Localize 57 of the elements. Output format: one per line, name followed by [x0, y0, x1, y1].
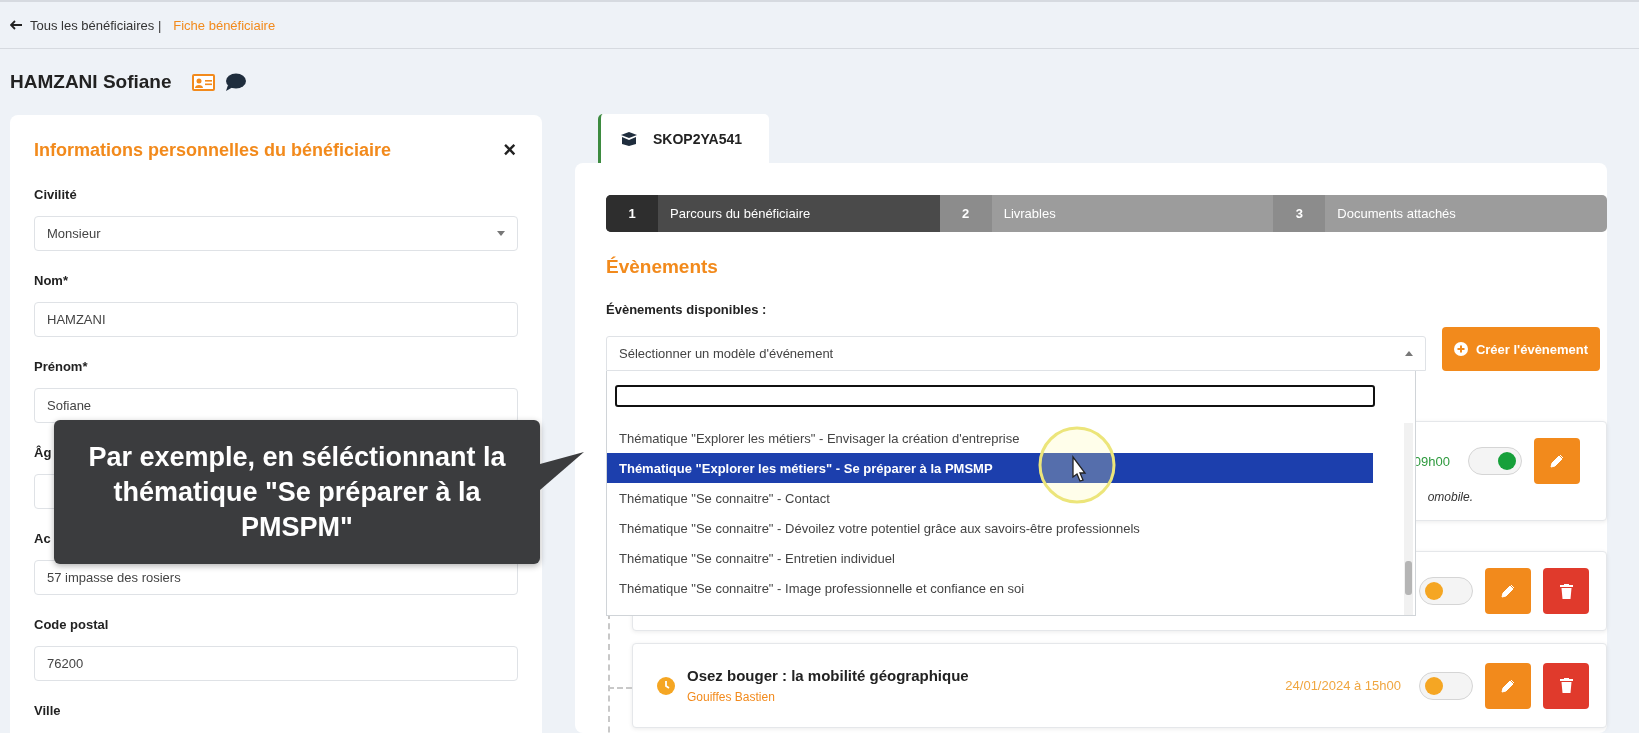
- event-template-select[interactable]: Sélectionner un modèle d'événement: [606, 336, 1426, 371]
- search-field[interactable]: [615, 385, 1375, 407]
- trash-icon: [1559, 583, 1573, 599]
- field-label: Nom*: [34, 273, 68, 290]
- select-value: Monsieur: [47, 226, 101, 241]
- edit-button[interactable]: [1485, 568, 1531, 614]
- event-title: Osez bouger : la mobilité géographique: [687, 667, 969, 684]
- field-label: Ac: [34, 531, 51, 548]
- pencil-icon: [1501, 584, 1515, 598]
- dropdown-option[interactable]: Thématique "Se connaitre" - Entretien individuel: [607, 543, 1373, 573]
- dropdown-option[interactable]: Thématique "Explorer les métiers" - Se préparer à la PMSMP: [607, 453, 1373, 483]
- section-title: Évènements: [606, 256, 719, 278]
- back-arrow-icon: [10, 20, 22, 30]
- chat-bubble-icon[interactable]: [224, 73, 246, 91]
- close-button[interactable]: ×: [501, 137, 518, 163]
- input-field[interactable]: 76200: [34, 646, 518, 681]
- back-link[interactable]: Tous les bénéficiaires |: [10, 17, 162, 33]
- edit-button[interactable]: [1534, 438, 1580, 484]
- toggle-switch[interactable]: [1419, 671, 1473, 700]
- plus-circle-icon: [1453, 342, 1468, 356]
- event-date: 24/01/2024 à 15h00: [1285, 678, 1401, 693]
- box-icon: [619, 131, 639, 146]
- field-label: Civilité: [34, 187, 77, 204]
- tab-label: SKOP2YA541: [653, 130, 742, 147]
- select-field[interactable]: Monsieur: [34, 216, 518, 251]
- callout-pointer: [540, 452, 584, 492]
- caret-icon: [497, 231, 505, 236]
- dropdown-option[interactable]: Thématique "Explorer les métiers" - Envisager la création d'entreprise: [607, 423, 1373, 453]
- field-label: Code postal: [34, 617, 109, 634]
- step-tab[interactable]: 1 Parcours du bénéficiaire: [606, 195, 940, 232]
- pencil-icon: [1501, 678, 1515, 693]
- field-label: Prénom*: [34, 359, 88, 376]
- beneficiary-name: HAMZANI Sofiane: [10, 71, 172, 93]
- dropdown-option[interactable]: Thématique "Se connaitre" - Contact: [607, 483, 1373, 513]
- dossier-tab[interactable]: SKOP2YA541: [598, 114, 769, 163]
- scrollbar[interactable]: [1404, 423, 1413, 615]
- callout-tooltip: Par exemple, en séléctionnant la thématique "Se préparer à la PMSPM": [54, 420, 540, 564]
- delete-button[interactable]: [1543, 662, 1589, 709]
- input-field[interactable]: HAMZANI: [34, 302, 518, 337]
- dropdown-option[interactable]: Thématique "Se connaitre" - Image professionnelle et confiance en soi: [607, 573, 1373, 603]
- caret-icon: [1405, 351, 1413, 356]
- edit-button[interactable]: [1485, 662, 1531, 709]
- field-label: Ville: [34, 703, 61, 720]
- dropdown-option[interactable]: Thématique "Se connaitre" - Dévoilez votre potentiel grâce aux savoirs-être professionnels: [607, 513, 1373, 543]
- field-label: Évènements disponibles :: [606, 302, 768, 317]
- delete-button[interactable]: [1543, 568, 1589, 614]
- event-note: omobile.: [1427, 490, 1473, 504]
- trash-icon: [1559, 678, 1573, 693]
- breadcrumb-current: Fiche bénéficiaire: [173, 17, 276, 33]
- event-author: Gouiffes Bastien: [687, 690, 776, 704]
- card-title: Informations personnelles du bénéficiaire: [34, 139, 392, 161]
- pencil-icon: [1550, 454, 1564, 468]
- toggle-switch[interactable]: [1419, 577, 1473, 605]
- id-card-icon[interactable]: [191, 73, 215, 91]
- field-label: Âg: [34, 445, 52, 462]
- toggle-switch[interactable]: [1468, 447, 1522, 475]
- clock-icon: [657, 676, 675, 695]
